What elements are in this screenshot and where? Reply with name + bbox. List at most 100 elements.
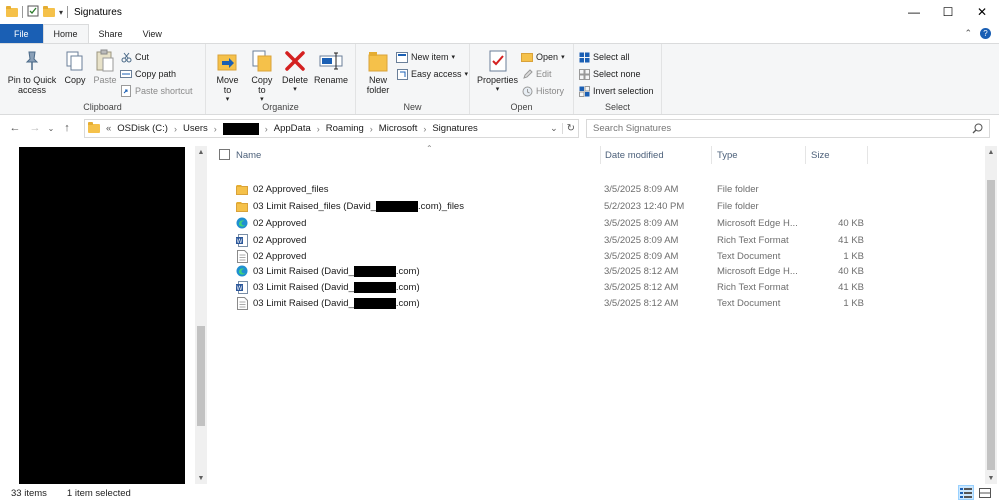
select-none-button[interactable]: Select none — [578, 67, 654, 81]
scrollbar-thumb[interactable] — [197, 326, 205, 426]
new-item-button[interactable]: New item ▾ — [396, 50, 468, 64]
tab-home[interactable]: Home — [42, 24, 89, 43]
column-header-size[interactable]: Size — [806, 146, 868, 164]
pin-to-quick-access-button[interactable]: Pin to Quick access — [4, 46, 60, 97]
search-box[interactable]: Search Signatures — [586, 119, 990, 138]
file-row[interactable]: 03 Limit Raised (David_ .com) 3/5/2025 8:1… — [236, 295, 896, 311]
breadcrumb-separator-icon[interactable]: › — [265, 124, 268, 134]
new-folder-quick-icon[interactable] — [43, 5, 55, 17]
file-row[interactable]: W 03 Limit Raised (David_ .com) 3/5/2025 8:… — [236, 279, 896, 295]
paste-button[interactable]: Paste — [90, 46, 120, 87]
file-name-text: 02 Approved — [253, 234, 307, 246]
customize-toolbar-icon[interactable]: ▾ — [59, 8, 63, 17]
edge-icon — [236, 217, 248, 230]
move-to-button[interactable]: Move to ▾ — [210, 46, 245, 107]
close-button[interactable]: ✕ — [965, 0, 999, 24]
minimize-button[interactable]: — — [897, 0, 931, 24]
open-button[interactable]: Open ▾ — [521, 50, 565, 64]
file-name[interactable]: 03 Limit Raised (David_ .com) — [236, 296, 420, 310]
column-header-date[interactable]: Date modified — [600, 146, 712, 164]
breadcrumb-roaming[interactable]: Roaming — [326, 123, 364, 134]
new-folder-button[interactable]: New folder — [360, 46, 396, 97]
tab-file[interactable]: File — [0, 24, 43, 43]
column-header-name[interactable]: Name ⌃ — [231, 144, 601, 164]
large-icons-view-icon[interactable] — [977, 485, 993, 500]
tab-share[interactable]: Share — [89, 24, 133, 43]
edit-button[interactable]: Edit — [521, 67, 565, 81]
breadcrumb-signatures[interactable]: Signatures — [432, 123, 477, 134]
refresh-icon[interactable]: ↻ — [561, 123, 575, 134]
file-name[interactable]: 02 Approved — [236, 217, 306, 230]
file-size: 1 KB — [843, 250, 864, 262]
file-name[interactable]: 02 Approved — [236, 249, 306, 263]
file-list[interactable]: Name ⌃ Date modified Type Size 02 Approv… — [210, 142, 997, 484]
breadcrumb-separator-icon[interactable]: › — [317, 124, 320, 134]
window-title: Signatures — [74, 6, 122, 18]
address-history-chevron-icon[interactable]: ⌄ — [550, 123, 558, 134]
cut-button[interactable]: Cut — [120, 50, 193, 64]
select-all-button[interactable]: Select all — [578, 50, 654, 64]
search-icon[interactable] — [972, 123, 983, 137]
file-name[interactable]: 02 Approved_files — [236, 183, 329, 196]
invert-selection-button[interactable]: Invert selection — [578, 84, 654, 98]
rename-button[interactable]: Rename — [311, 46, 351, 87]
select-all-checkbox[interactable] — [219, 149, 230, 160]
navigation-scrollbar[interactable]: ▲ ▼ — [195, 146, 207, 484]
copy-to-button[interactable]: Copy to ▾ — [245, 46, 279, 107]
paste-shortcut-button[interactable]: Paste shortcut — [120, 84, 193, 98]
properties-quick-icon[interactable] — [27, 5, 39, 19]
details-view-icon[interactable] — [958, 485, 974, 500]
file-row[interactable]: 03 Limit Raised_files (David_ .com)_files… — [236, 198, 896, 214]
help-icon[interactable]: ? — [980, 28, 991, 39]
file-row[interactable]: 02 Approved 3/5/2025 8:09 AM Text Document… — [236, 248, 896, 264]
address-bar[interactable]: « OSDisk (C:) › Users › › AppData › Roam… — [84, 119, 579, 138]
recent-locations-chevron-icon[interactable]: ⌄ — [45, 118, 57, 138]
copy-path-button[interactable]: Copy path — [120, 67, 193, 81]
breadcrumb-users[interactable]: Users — [183, 123, 208, 134]
file-row[interactable]: 02 Approved_files 3/5/2025 8:09 AM File fo… — [236, 181, 896, 197]
file-name[interactable]: W 03 Limit Raised (David_ .com) — [236, 280, 420, 294]
breadcrumb-username-redacted[interactable] — [222, 122, 259, 135]
scroll-up-arrow-icon[interactable]: ▲ — [195, 146, 207, 158]
file-row[interactable]: 03 Limit Raised (David_ .com) 3/5/2025 8:1… — [236, 263, 896, 279]
file-list-scrollbar[interactable]: ▲ ▼ — [985, 146, 997, 484]
dropdown-icon: ▾ — [495, 86, 500, 93]
text-document-icon — [236, 296, 248, 310]
file-row[interactable]: W 02 Approved 3/5/2025 8:09 AM Rich Text Fo… — [236, 232, 896, 248]
history-button[interactable]: History — [521, 84, 565, 98]
back-arrow-icon[interactable]: ← — [5, 118, 25, 138]
redacted-name-segment — [353, 265, 396, 277]
maximize-button[interactable]: ☐ — [931, 0, 965, 24]
tab-view[interactable]: View — [133, 24, 172, 43]
copy-button[interactable]: Copy — [60, 46, 90, 87]
breadcrumb-microsoft[interactable]: Microsoft — [379, 123, 418, 134]
file-name[interactable]: 03 Limit Raised (David_ .com) — [236, 265, 420, 278]
breadcrumb-osdisk[interactable]: OSDisk (C:) — [117, 123, 168, 134]
pin-icon — [20, 48, 44, 74]
properties-button[interactable]: Properties ▾ — [474, 46, 521, 97]
breadcrumb-separator-icon[interactable]: › — [423, 124, 426, 134]
word-icon: W — [236, 233, 248, 247]
breadcrumb-separator-icon[interactable]: › — [174, 124, 177, 134]
collapse-ribbon-icon[interactable]: ⌃ — [964, 28, 972, 39]
breadcrumb-separator-icon[interactable]: › — [214, 124, 217, 134]
column-header-type[interactable]: Type — [712, 146, 806, 164]
scroll-up-arrow-icon[interactable]: ▲ — [985, 146, 997, 158]
breadcrumb-separator-icon[interactable]: › — [370, 124, 373, 134]
scissors-icon — [120, 51, 132, 63]
file-name[interactable]: W 02 Approved — [236, 233, 307, 247]
scroll-down-arrow-icon[interactable]: ▼ — [985, 472, 997, 484]
copy-icon — [63, 48, 87, 74]
up-arrow-icon[interactable]: ↑ — [57, 118, 77, 138]
scrollbar-thumb[interactable] — [987, 180, 995, 470]
delete-label: Delete — [281, 75, 308, 85]
file-row[interactable]: 02 Approved 3/5/2025 8:09 AM Microsoft Edg… — [236, 215, 896, 231]
breadcrumb-overflow[interactable]: « — [106, 123, 111, 134]
breadcrumb-appdata[interactable]: AppData — [274, 123, 311, 134]
file-name[interactable]: 03 Limit Raised_files (David_ .com)_files — [236, 200, 464, 213]
forward-arrow-icon[interactable]: → — [25, 118, 45, 138]
navigation-pane[interactable]: ▲ ▼ — [0, 142, 208, 484]
scroll-down-arrow-icon[interactable]: ▼ — [195, 472, 207, 484]
delete-button[interactable]: Delete ▾ — [279, 46, 311, 97]
easy-access-button[interactable]: Easy access ▾ — [396, 67, 468, 81]
